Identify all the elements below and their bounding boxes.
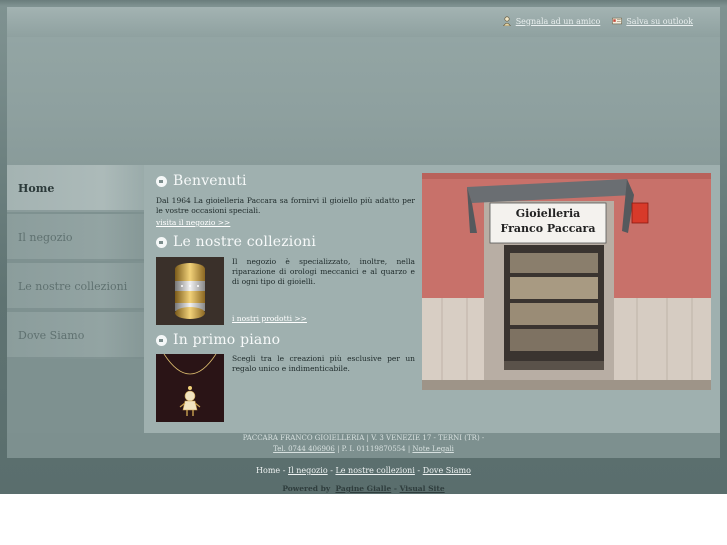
arrow-circle-icon: [156, 334, 167, 346]
bottom-nav-separator: -: [414, 466, 423, 475]
nav-item-label: Le nostre collezioni: [18, 280, 128, 293]
our-products-link[interactable]: i nostri prodotti >>: [232, 314, 307, 323]
bottom-nav-collezioni[interactable]: Le nostre collezioni: [335, 466, 414, 475]
nav-item-dove-siamo[interactable]: Dove Siamo: [7, 312, 144, 359]
arrow-circle-icon: [156, 236, 167, 248]
nav-item-label: Home: [18, 182, 55, 195]
person-icon: [502, 16, 511, 26]
powered-by: Powered by Pagine Gialle - Visual Site: [0, 484, 727, 493]
footer-details: Tel. 0744 406906 | P. I. 01119870554 | N…: [0, 445, 727, 453]
save-outlook-link[interactable]: Salva su outlook: [612, 16, 693, 26]
bottom-nav-separator: -: [280, 466, 288, 475]
nav-item-home[interactable]: Home: [7, 165, 144, 212]
nav-item-label: Dove Siamo: [18, 329, 85, 342]
collections-heading: Le nostre collezioni: [156, 234, 316, 250]
header-banner: [7, 37, 720, 165]
arrow-circle-icon: [156, 175, 167, 187]
welcome-heading: Benvenuti: [156, 173, 247, 189]
featured-heading: In primo piano: [156, 332, 280, 348]
footer-phone-link[interactable]: Tel. 0744 406906: [273, 445, 335, 453]
collections-text: Il negozio è specializzato, inoltre, nel…: [232, 257, 415, 286]
shop-sign-line2: Franco Paccara: [500, 222, 596, 235]
footer-vat: | P. I. 01119870554 |: [337, 445, 411, 453]
recommend-friend-link[interactable]: Segnala ad un amico: [502, 16, 601, 26]
rings-graphic: [156, 257, 224, 325]
featured-text: Scegli tra le creazioni più esclusive pe…: [232, 354, 415, 373]
powered-by-label: Powered by: [282, 484, 331, 493]
collections-title: Le nostre collezioni: [173, 234, 317, 250]
save-outlook-label: Salva su outlook: [626, 16, 693, 26]
card-icon: [612, 17, 623, 25]
visual-site-link[interactable]: Visual Site: [400, 484, 445, 493]
rings-image: [156, 257, 224, 325]
footer-company: PACCARA FRANCO GIOIELLERIA | V. 3 VENEZI…: [242, 434, 485, 442]
pendant-image: [156, 354, 224, 422]
welcome-title: Benvenuti: [173, 173, 247, 189]
bottom-nav-dove-siamo[interactable]: Dove Siamo: [423, 466, 471, 475]
top-links: Segnala ad un amico Salva su outlook: [502, 16, 693, 26]
pagine-gialle-link[interactable]: Pagine Gialle: [335, 484, 391, 493]
shop-photo: Gioielleria Franco Paccara: [422, 173, 711, 390]
footer-legal-link[interactable]: Note Legali: [412, 445, 453, 453]
shop-sign-text: Gioielleria Franco Paccara: [498, 206, 598, 236]
shop-sign-line1: Gioielleria: [515, 207, 581, 220]
visit-shop-link[interactable]: visita il negozio >>: [156, 218, 230, 227]
welcome-text: Dal 1964 La gioielleria Paccara sa forni…: [156, 196, 415, 215]
sidebar-nav: Home Il negozio Le nostre collezioni Dov…: [7, 165, 144, 433]
powered-separator: -: [391, 484, 400, 493]
pendant-graphic: [156, 354, 224, 422]
nav-item-label: Il negozio: [18, 231, 73, 244]
featured-title: In primo piano: [173, 332, 281, 348]
nav-item-il-negozio[interactable]: Il negozio: [7, 214, 144, 261]
bottom-nav-home[interactable]: Home: [256, 466, 280, 475]
nav-item-collezioni[interactable]: Le nostre collezioni: [7, 263, 144, 310]
bottom-nav-negozio[interactable]: Il negozio: [288, 466, 328, 475]
bottom-nav: Home - Il negozio - Le nostre collezioni…: [0, 466, 727, 475]
recommend-friend-label: Segnala ad un amico: [515, 16, 601, 26]
